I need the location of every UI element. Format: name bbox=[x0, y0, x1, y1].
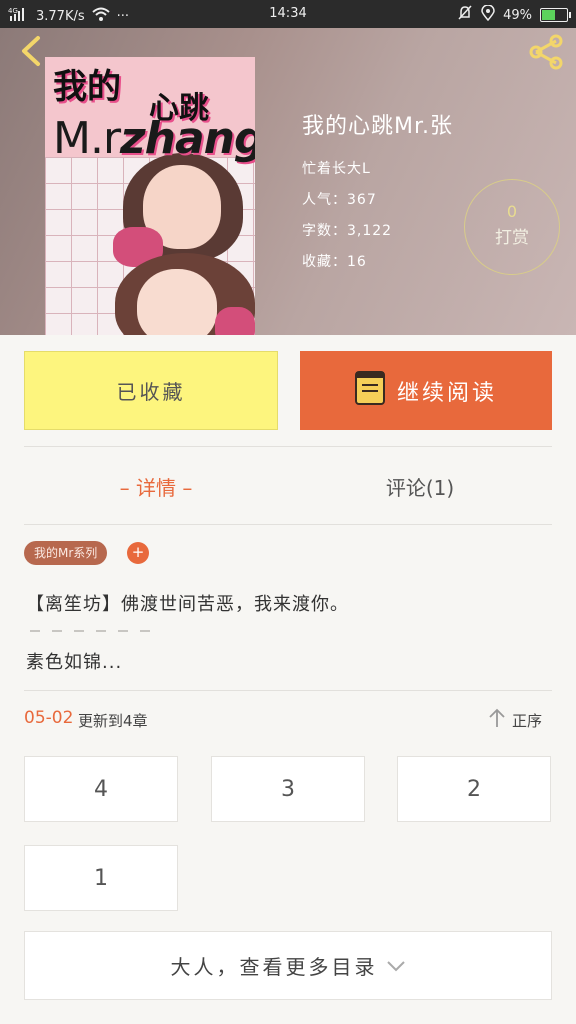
more-chapters-button[interactable]: 大人，查看更多目录 bbox=[24, 931, 552, 1000]
location-icon bbox=[481, 4, 495, 25]
more-chapters-label: 大人，查看更多目录 bbox=[170, 955, 378, 979]
reward-count: 0 bbox=[506, 202, 518, 221]
tab-comments[interactable]: 评论(1) bbox=[288, 468, 552, 508]
chapter-item[interactable]: 1 bbox=[24, 845, 178, 911]
status-bar: 4G 3.77K/s ··· 14:34 49% bbox=[0, 0, 576, 28]
update-text: 更新到4章 bbox=[78, 712, 148, 730]
back-arrow-icon[interactable] bbox=[14, 34, 48, 68]
continue-reading-button[interactable]: 继续阅读 bbox=[300, 351, 552, 430]
book-popularity: 人气：367 bbox=[302, 192, 377, 208]
update-date: 05-02 bbox=[24, 708, 74, 728]
arrow-up-icon bbox=[488, 708, 506, 732]
add-tag-button[interactable]: + bbox=[127, 542, 149, 564]
book-cover[interactable]: 我的 心跳 M.rzhang bbox=[45, 57, 255, 335]
divider bbox=[24, 524, 552, 525]
cover-title-line1: 我的 bbox=[53, 67, 121, 107]
reward-label: 打赏 bbox=[495, 228, 529, 248]
chapter-item[interactable]: 2 bbox=[397, 756, 551, 822]
sort-order-label: 正序 bbox=[512, 711, 543, 730]
reward-button[interactable]: 0 打赏 bbox=[464, 179, 560, 275]
divider bbox=[24, 446, 552, 447]
tab-details[interactable]: – 详情 – bbox=[24, 468, 288, 508]
divider bbox=[24, 690, 552, 691]
series-tag[interactable]: 我的Mr系列 bbox=[24, 541, 108, 565]
chapter-item[interactable]: 4 bbox=[24, 756, 178, 822]
book-title: 我的心跳Mr.张 bbox=[302, 114, 454, 139]
intro-separator bbox=[30, 630, 160, 632]
mute-icon bbox=[457, 5, 473, 25]
book-word-count: 字数：3,122 bbox=[302, 223, 393, 239]
battery-icon bbox=[540, 8, 571, 22]
collected-label: 已收藏 bbox=[116, 380, 186, 404]
chapter-item[interactable]: 3 bbox=[211, 756, 365, 822]
continue-reading-label: 继续阅读 bbox=[396, 380, 497, 406]
book-author[interactable]: 忙着长大L bbox=[302, 154, 453, 185]
book-favorites: 收藏：16 bbox=[302, 254, 367, 270]
chevron-down-icon bbox=[386, 954, 406, 978]
intro-line2[interactable]: 素色如锦... bbox=[26, 648, 122, 674]
share-icon[interactable] bbox=[526, 32, 566, 72]
intro-line1: 【离笙坊】佛渡世间苦恶，我来渡你。 bbox=[26, 594, 349, 615]
book-icon bbox=[354, 370, 385, 412]
book-info: 我的心跳Mr.张 忙着长大L 人气：367 字数：3,122 收藏：16 bbox=[302, 108, 453, 278]
collected-button[interactable]: 已收藏 bbox=[24, 351, 278, 430]
book-header: 我的 心跳 M.rzhang 我的心跳Mr.张 忙着长大L 人气：367 字数：… bbox=[0, 28, 576, 335]
sort-order-button[interactable]: 正序 bbox=[488, 708, 542, 732]
cover-title-line3: M.rzhang bbox=[53, 113, 255, 164]
battery-percent: 49% bbox=[503, 7, 532, 23]
